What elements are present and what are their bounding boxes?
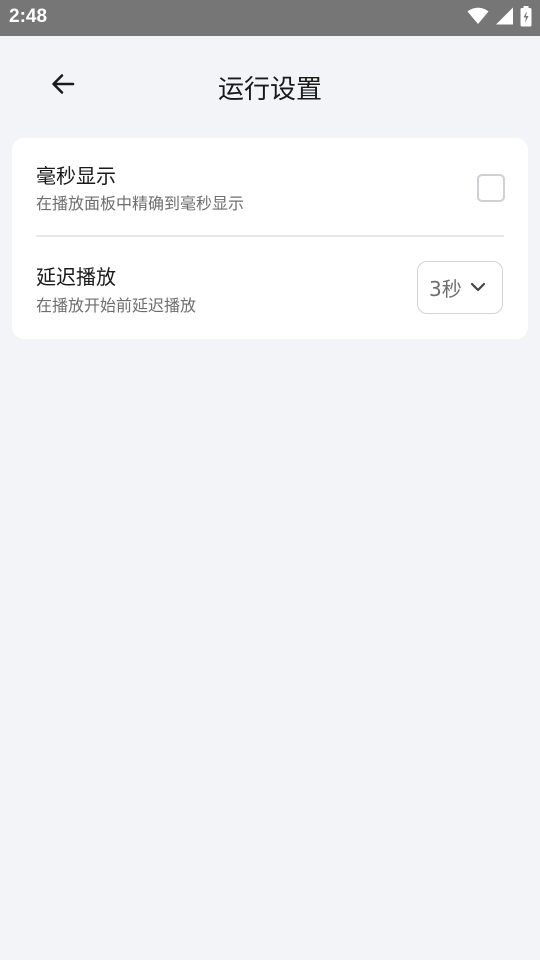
status-icons	[467, 5, 532, 31]
setting-row-millisecond-display[interactable]: 毫秒显示 在播放面板中精确到毫秒显示	[12, 138, 528, 235]
setting-description: 在播放面板中精确到毫秒显示	[36, 194, 245, 213]
settings-card: 毫秒显示 在播放面板中精确到毫秒显示 延迟播放 在播放开始前延迟播放 3秒	[12, 138, 528, 339]
delay-select-value: 3秒	[429, 277, 462, 301]
wifi-icon	[467, 7, 489, 29]
app-bar: 运行设置	[0, 36, 540, 138]
battery-charging-icon	[520, 5, 532, 31]
cellular-signal-icon	[495, 7, 514, 29]
delay-select[interactable]: 3秒	[417, 261, 503, 314]
setting-title: 延迟播放	[36, 265, 116, 289]
setting-description: 在播放开始前延迟播放	[36, 296, 197, 315]
millisecond-display-checkbox[interactable]	[477, 174, 505, 202]
setting-title: 毫秒显示	[36, 164, 116, 188]
status-time: 2:48	[9, 6, 48, 27]
chevron-down-icon	[469, 278, 487, 296]
page-title: 运行设置	[217, 75, 322, 105]
status-bar: 2:48	[0, 0, 540, 36]
